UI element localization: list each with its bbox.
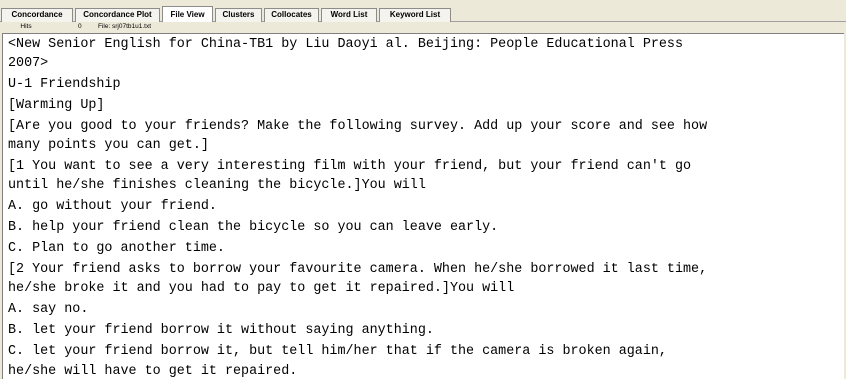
hits-label: Hits [20,23,32,30]
tab-collocates[interactable]: Collocates [264,8,319,22]
text-line: [2 Your friend asks to borrow your favou… [8,262,708,277]
file-view-status-bar: Hits 0 File: srj07tb1u1.txt [0,22,846,32]
text-line: C. let your friend borrow it, but tell h… [8,344,667,359]
text-line: he/she broke it and you had to pay to ge… [8,281,515,296]
tab-clusters[interactable]: Clusters [215,8,262,22]
antconc-window: Concordance Concordance Plot File View C… [0,0,846,379]
text-line: A. say no. [8,302,89,317]
hits-count: 0 [78,23,82,30]
text-line: B. help your friend clean the bicycle so… [8,220,499,235]
tool-tab-bar: Concordance Concordance Plot File View C… [0,0,846,23]
file-name: srj07tb1u1.txt [112,23,152,30]
file-label: File: [98,23,111,30]
tab-concordance[interactable]: Concordance [1,8,73,22]
text-line: C. Plan to go another time. [8,241,225,256]
text-line: until he/she finishes cleaning the bicyc… [8,178,426,193]
text-line: A. go without your friend. [8,199,217,214]
text-line: 2007> [8,56,49,71]
text-line: U-1 Friendship [8,77,121,92]
tab-concordance-plot[interactable]: Concordance Plot [75,8,160,22]
tab-keyword-list[interactable]: Keyword List [379,8,451,22]
text-line: [1 You want to see a very interesting fi… [8,159,692,174]
text-line: B. let your friend borrow it without say… [8,323,434,338]
text-line: [Are you good to your friends? Make the … [8,119,708,134]
text-line: he/she will have to get it repaired. [8,364,298,379]
tab-file-view[interactable]: File View [162,6,213,23]
text-line: <New Senior English for China-TB1 by Liu… [8,37,683,52]
tab-word-list[interactable]: Word List [321,8,377,22]
text-line: [Warming Up] [8,98,105,113]
file-view-text-area[interactable]: <New Senior English for China-TB1 by Liu… [2,33,844,379]
text-line: many points you can get.] [8,138,209,153]
